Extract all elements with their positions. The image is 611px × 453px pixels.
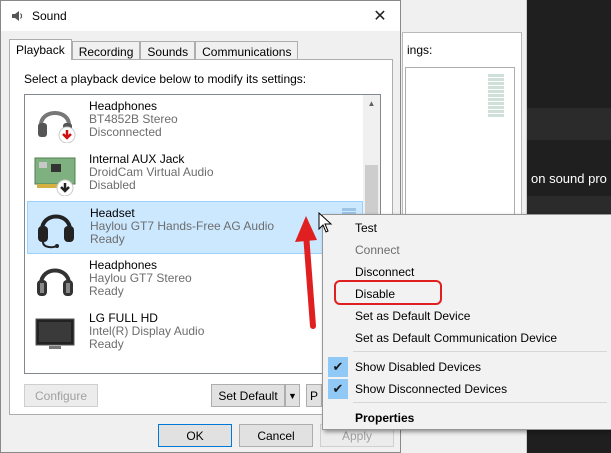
device-item-headphones-bt[interactable]: Headphones BT4852B Stereo Disconnected xyxy=(27,95,363,148)
menu-item-set-default-communication[interactable]: Set as Default Communication Device xyxy=(325,327,610,349)
device-status: Ready xyxy=(90,232,125,246)
checkmark-icon: ✔ xyxy=(328,379,348,399)
set-default-label: Set Default xyxy=(218,388,278,403)
menu-item-label: Show Disabled Devices xyxy=(355,360,482,374)
menu-item-set-default-device[interactable]: Set as Default Device xyxy=(325,305,610,327)
speaker-icon xyxy=(12,11,23,21)
apply-label: Apply xyxy=(341,428,373,443)
menu-item-label: Set as Default Device xyxy=(355,309,471,323)
checkmark-icon: ✔ xyxy=(328,357,348,377)
menu-item-label: Disconnect xyxy=(355,265,415,279)
monitor-icon xyxy=(35,318,75,349)
circuit-board-disabled-icon xyxy=(34,157,76,196)
device-name: LG FULL HD xyxy=(89,311,158,325)
headphones-disconnected-icon xyxy=(38,111,76,143)
tab-playback[interactable]: Playback xyxy=(9,39,72,60)
device-description: BT4852B Stereo xyxy=(89,112,178,126)
mouse-cursor-icon xyxy=(318,212,333,233)
cancel-label: Cancel xyxy=(257,428,295,443)
device-status: Disabled xyxy=(89,178,136,192)
menu-item-label: Show Disconnected Devices xyxy=(355,382,508,396)
menu-item-label: Connect xyxy=(355,243,400,257)
menu-item-show-disabled[interactable]: ✔ Show Disabled Devices xyxy=(325,356,610,378)
menu-item-connect[interactable]: Connect xyxy=(325,239,610,261)
device-name: Internal AUX Jack xyxy=(89,152,185,166)
configure-button[interactable]: Configure xyxy=(24,384,98,407)
background-settings-fragment: ings: xyxy=(407,43,433,57)
device-item-internal-aux[interactable]: Internal AUX Jack DroidCam Virtual Audio… xyxy=(27,148,363,201)
menu-item-label: Properties xyxy=(355,411,415,425)
configure-label: Configure xyxy=(34,388,88,403)
tab-sounds[interactable]: Sounds xyxy=(140,41,196,60)
device-description: Intel(R) Display Audio xyxy=(89,324,205,338)
device-status: Ready xyxy=(89,337,124,351)
device-description: Haylou GT7 Hands-Free AG Audio xyxy=(90,219,275,233)
menu-separator xyxy=(353,402,607,403)
close-button[interactable]: ✕ xyxy=(360,1,400,31)
device-name: Headset xyxy=(90,206,135,220)
device-name: Headphones xyxy=(89,258,158,272)
instructions-text: Select a playback device below to modify… xyxy=(24,72,307,86)
device-description: DroidCam Virtual Audio xyxy=(89,165,214,179)
tab-recording[interactable]: Recording xyxy=(71,41,141,60)
properties-button[interactable]: P xyxy=(306,384,322,407)
device-item-partial[interactable] xyxy=(27,360,363,373)
device-name: Headphones xyxy=(89,99,158,113)
device-status: Disconnected xyxy=(89,125,162,139)
menu-separator xyxy=(353,351,607,352)
background-text-fragment: on sound pro xyxy=(531,171,607,186)
device-description: Haylou GT7 Stereo xyxy=(89,271,192,285)
ok-label: OK xyxy=(186,428,204,443)
set-default-button[interactable]: Set Default xyxy=(211,384,285,407)
context-menu: Test Connect Disconnect Disable Set as D… xyxy=(322,214,611,430)
tab-strip: Playback Recording Sounds Communications xyxy=(9,39,299,60)
chevron-down-icon: ▼ xyxy=(288,390,297,401)
menu-item-label: Test xyxy=(355,221,378,235)
volume-meter xyxy=(488,74,504,118)
menu-item-test[interactable]: Test xyxy=(325,217,610,239)
ok-button[interactable]: OK xyxy=(158,424,232,447)
menu-item-properties[interactable]: Properties xyxy=(325,407,610,429)
title-bar: Sound ✕ xyxy=(1,1,400,31)
scroll-up-icon[interactable]: ▲ xyxy=(363,95,380,112)
cancel-button[interactable]: Cancel xyxy=(239,424,313,447)
set-default-dropdown-button[interactable]: ▼ xyxy=(285,384,300,407)
properties-label: P xyxy=(309,388,318,403)
disable-highlight-annotation xyxy=(334,280,442,305)
menu-item-label: Set as Default Communication Device xyxy=(355,331,558,345)
tab-communications[interactable]: Communications xyxy=(195,41,299,60)
window-title: Sound xyxy=(32,9,67,23)
headphones-icon xyxy=(37,268,73,296)
device-status: Ready xyxy=(89,284,124,298)
menu-item-show-disconnected[interactable]: ✔ Show Disconnected Devices xyxy=(325,378,610,400)
background-strip xyxy=(527,108,611,140)
headset-icon xyxy=(38,214,74,249)
